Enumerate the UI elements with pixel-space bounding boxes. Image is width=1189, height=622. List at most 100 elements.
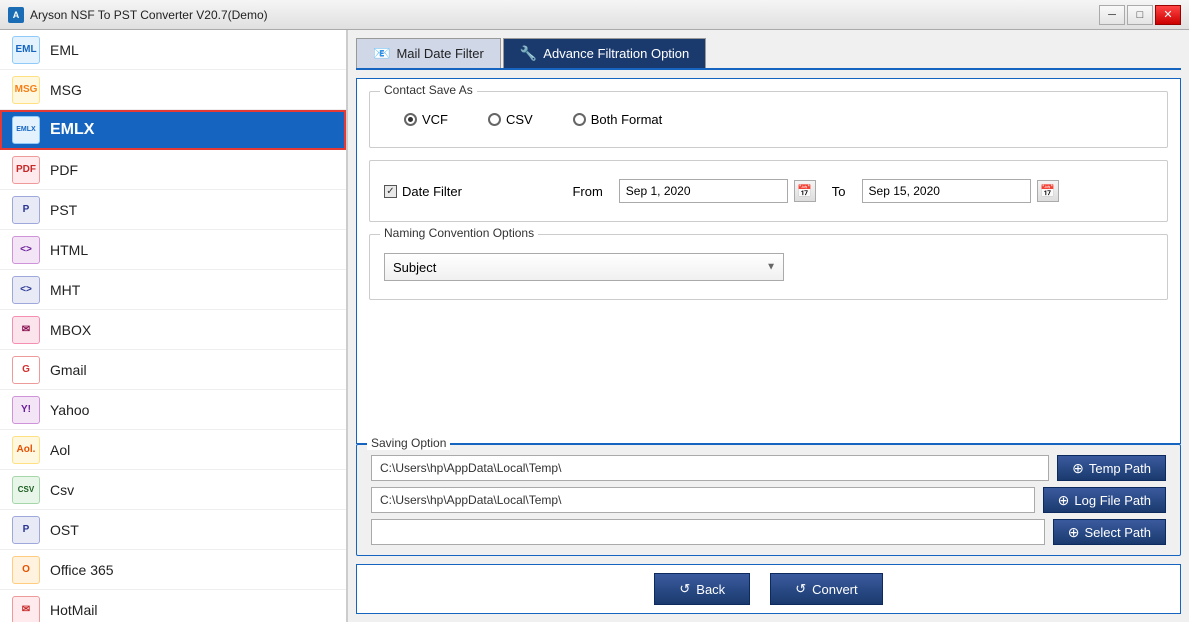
tab-advance-filtration[interactable]: 🔧 Advance Filtration Option (503, 38, 706, 68)
to-date-group: 📅 (862, 179, 1059, 203)
back-label: Back (696, 582, 725, 597)
window-controls: ─ □ ✕ (1099, 5, 1181, 25)
sidebar-icon-ost: P (12, 516, 40, 544)
to-date-input[interactable] (862, 179, 1031, 203)
sidebar-label-o365: Office 365 (50, 562, 114, 578)
temp-path-button[interactable]: ⊕ Temp Path (1057, 455, 1166, 481)
sidebar-item-eml[interactable]: EML EML (0, 30, 346, 70)
sidebar-icon-mht: <> (12, 276, 40, 304)
right-panel: 📧 Mail Date Filter 🔧 Advance Filtration … (348, 30, 1189, 622)
sidebar-icon-msg: MSG (12, 76, 40, 104)
date-filter-section: Date Filter From 📅 To 📅 (369, 160, 1168, 222)
content-area: Contact Save As VCF CSV Both Format (356, 78, 1181, 444)
sidebar-icon-pdf: PDF (12, 156, 40, 184)
sidebar-item-ost[interactable]: P OST (0, 510, 346, 550)
sidebar-icon-o365: O (12, 556, 40, 584)
log-file-path-button[interactable]: ⊕ Log File Path (1043, 487, 1166, 513)
sidebar-icon-mbox: ✉ (12, 316, 40, 344)
sidebar-icon-hotmail: ✉ (12, 596, 40, 622)
sidebar-label-msg: MSG (50, 82, 82, 98)
sidebar-item-gmail[interactable]: G Gmail (0, 350, 346, 390)
select-path-input[interactable] (371, 519, 1045, 545)
select-path-button[interactable]: ⊕ Select Path (1053, 519, 1166, 545)
sidebar-icon-emlx: EMLX (12, 116, 40, 144)
minimize-button[interactable]: ─ (1099, 5, 1125, 25)
sidebar-label-emlx: EMLX (50, 121, 94, 139)
sidebar-label-yahoo: Yahoo (50, 402, 89, 418)
tab-mail-date-filter[interactable]: 📧 Mail Date Filter (356, 38, 501, 68)
log-file-path-button-icon: ⊕ (1058, 492, 1070, 509)
from-date-calendar-button[interactable]: 📅 (794, 180, 816, 202)
date-filter-checkbox[interactable] (384, 185, 397, 198)
back-button[interactable]: ↺ Back (654, 573, 750, 605)
radio-vcf-circle (404, 113, 417, 126)
sidebar-item-emlx[interactable]: EMLX EMLX (0, 110, 346, 150)
sidebar-item-mht[interactable]: <> MHT (0, 270, 346, 310)
from-date-input[interactable] (619, 179, 788, 203)
sidebar-label-pst: PST (50, 202, 77, 218)
sidebar: EML EML MSG MSG EMLX EMLX PDF PDF P PST … (0, 30, 348, 622)
sidebar-item-aol[interactable]: Aol. Aol (0, 430, 346, 470)
log-file-path-row: ⊕ Log File Path (371, 487, 1166, 513)
temp-path-input[interactable] (371, 455, 1049, 481)
sidebar-label-ost: OST (50, 522, 79, 538)
saving-option-section: Saving Option ⊕ Temp Path ⊕ Log File Pat… (356, 444, 1181, 556)
sidebar-item-pdf[interactable]: PDF PDF (0, 150, 346, 190)
sidebar-icon-eml: EML (12, 36, 40, 64)
tab-advance-filtration-label: Advance Filtration Option (543, 46, 689, 61)
contact-save-as-options: VCF CSV Both Format (384, 102, 1153, 137)
naming-convention-section: Naming Convention Options Subject Date F… (369, 234, 1168, 300)
naming-convention-select[interactable]: Subject Date From To (384, 253, 784, 281)
sidebar-item-mbox[interactable]: ✉ MBOX (0, 310, 346, 350)
select-path-row: ⊕ Select Path (371, 519, 1166, 545)
temp-path-button-label: Temp Path (1089, 461, 1151, 476)
radio-vcf[interactable]: VCF (404, 112, 448, 127)
temp-path-button-icon: ⊕ (1072, 460, 1084, 477)
log-file-path-input[interactable] (371, 487, 1035, 513)
sidebar-icon-pst: P (12, 196, 40, 224)
sidebar-label-html: HTML (50, 242, 88, 258)
naming-convention-select-wrapper: Subject Date From To (384, 253, 784, 281)
to-date-calendar-button[interactable]: 📅 (1037, 180, 1059, 202)
contact-save-as-section: Contact Save As VCF CSV Both Format (369, 91, 1168, 148)
radio-both-format[interactable]: Both Format (573, 112, 663, 127)
sidebar-icon-aol: Aol. (12, 436, 40, 464)
sidebar-icon-html: <> (12, 236, 40, 264)
radio-vcf-label: VCF (422, 112, 448, 127)
sidebar-item-html[interactable]: <> HTML (0, 230, 346, 270)
temp-path-row: ⊕ Temp Path (371, 455, 1166, 481)
back-icon: ↺ (679, 581, 690, 597)
convert-button[interactable]: ↺ Convert (770, 573, 882, 605)
select-path-button-label: Select Path (1085, 525, 1152, 540)
mail-date-filter-icon: 📧 (373, 45, 390, 62)
sidebar-label-mbox: MBOX (50, 322, 91, 338)
sidebar-label-aol: Aol (50, 442, 70, 458)
contact-save-as-title: Contact Save As (380, 83, 477, 97)
app-icon: A (8, 7, 24, 23)
date-filter-row: Date Filter From 📅 To 📅 (384, 171, 1153, 211)
to-label: To (832, 184, 846, 199)
main-layout: EML EML MSG MSG EMLX EMLX PDF PDF P PST … (0, 30, 1189, 622)
radio-both-circle (573, 113, 586, 126)
date-filter-label: Date Filter (402, 184, 462, 199)
close-button[interactable]: ✕ (1155, 5, 1181, 25)
sidebar-label-hotmail: HotMail (50, 602, 97, 618)
sidebar-item-csv[interactable]: CSV Csv (0, 470, 346, 510)
sidebar-label-gmail: Gmail (50, 362, 87, 378)
sidebar-item-msg[interactable]: MSG MSG (0, 70, 346, 110)
sidebar-icon-csv: CSV (12, 476, 40, 504)
sidebar-item-yahoo[interactable]: Y! Yahoo (0, 390, 346, 430)
tab-mail-date-filter-label: Mail Date Filter (396, 46, 483, 61)
convert-label: Convert (812, 582, 858, 597)
maximize-button[interactable]: □ (1127, 5, 1153, 25)
sidebar-label-mht: MHT (50, 282, 80, 298)
convert-icon: ↺ (795, 581, 806, 597)
sidebar-item-hotmail[interactable]: ✉ HotMail (0, 590, 346, 622)
radio-csv[interactable]: CSV (488, 112, 533, 127)
from-date-group: 📅 (619, 179, 816, 203)
sidebar-item-pst[interactable]: P PST (0, 190, 346, 230)
naming-convention-row: Subject Date From To (384, 245, 1153, 289)
radio-csv-circle (488, 113, 501, 126)
sidebar-item-o365[interactable]: O Office 365 (0, 550, 346, 590)
date-filter-checkbox-label[interactable]: Date Filter (384, 184, 462, 199)
